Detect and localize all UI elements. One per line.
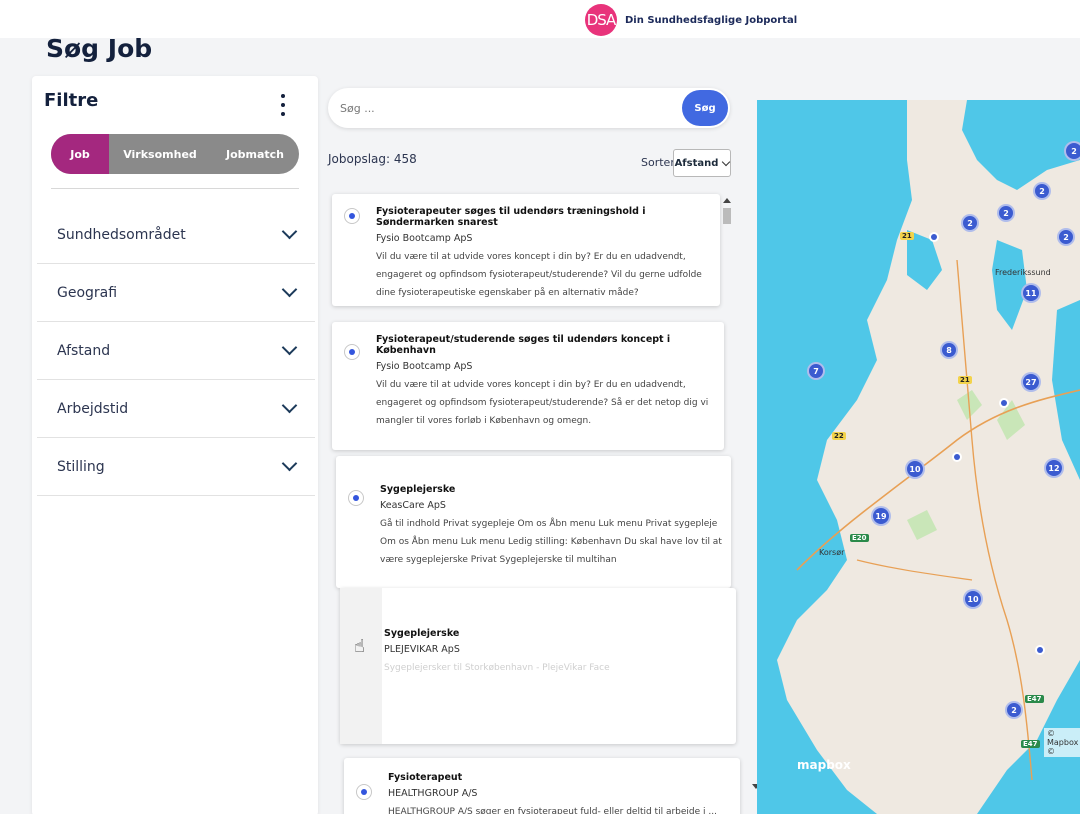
map-cluster[interactable]: 2 [997,204,1015,222]
map-cluster[interactable]: 2 [1005,701,1023,719]
more-options-icon[interactable] [276,94,290,116]
place-label: Korsør [819,548,845,557]
chevron-down-icon [281,397,298,414]
divider [51,188,299,189]
job-description: Gå til indhold Privat sygepleje Om os Åb… [380,519,722,565]
scroll-up-icon[interactable] [723,198,731,203]
select-radio[interactable] [344,208,360,224]
facet-afstand[interactable]: Afstand [37,322,315,380]
map-cluster[interactable]: 27 [1021,372,1041,392]
map-pin[interactable] [999,398,1009,408]
job-description: Vil du være til at udvide vores koncept … [376,380,709,426]
search-bar: Søg [328,88,730,128]
results-scrollbar[interactable] [722,198,760,798]
select-radio[interactable] [356,784,372,800]
map-cluster[interactable]: 2 [1057,228,1075,246]
road-shield: 22 [832,432,846,440]
road-shield: E47 [1025,695,1044,703]
job-map[interactable]: 2 2 2 2 2 11 8 7 27 10 12 19 10 2 Freder… [757,100,1080,814]
select-radio[interactable] [344,344,360,360]
job-card[interactable]: Fysioterapeut HEALTHGROUP A/S HEALTHGROU… [344,758,740,814]
road-shield: E20 [850,534,869,542]
select-radio[interactable] [348,490,364,506]
job-title: Fysioterapeuter søges til udendørs træni… [376,206,646,228]
card-hover-area [340,588,382,744]
road-shield: 21 [958,376,972,384]
facet-label: Geografi [57,284,118,301]
map-cluster[interactable]: 11 [1021,283,1041,303]
facet-geografi[interactable]: Geografi [37,264,315,322]
road-shield: E47 [1021,740,1040,748]
job-company: Fysio Bootcamp ApS [376,361,473,372]
job-company: KeasCare ApS [380,500,446,511]
job-company: PLEJEVIKAR ApS [384,644,460,655]
scroll-thumb[interactable] [723,208,731,224]
search-input[interactable] [340,98,660,118]
job-description: HEALTHGROUP A/S søger en fysioterapeut f… [388,807,717,814]
job-card[interactable]: ☝ Sygeplejerske PLEJEVIKAR ApS Sygepleje… [340,588,736,744]
facet-label: Stilling [57,458,105,475]
map-land [777,100,1080,814]
map-cluster[interactable]: 8 [940,341,958,359]
brand[interactable]: DSA Din Sundhedsfaglige Jobportal [585,4,797,36]
sort-dropdown[interactable]: Afstand [673,149,731,177]
map-cluster[interactable]: 2 [961,214,979,232]
filter-panel: Filtre Job Virksomhed Jobmatch Sundhedso… [32,76,318,814]
tab-virksomhed[interactable]: Virksomhed [109,134,211,174]
map-cluster[interactable]: 10 [963,589,983,609]
map-cluster[interactable]: 7 [807,362,825,380]
chevron-down-icon [722,157,731,166]
sort-value: Afstand [674,157,719,169]
job-card[interactable]: Sygeplejerske KeasCare ApS Gå til indhol… [336,456,731,588]
job-company: HEALTHGROUP A/S [388,788,478,799]
facet-arbejdstid[interactable]: Arbejdstid [37,380,315,438]
chevron-down-icon [281,339,298,356]
facet-label: Afstand [57,342,111,359]
job-card[interactable]: Fysioterapeuter søges til udendørs træni… [332,194,720,306]
brand-tagline: Din Sundhedsfaglige Jobportal [625,14,798,26]
job-description: Vil du være til at udvide vores koncept … [376,252,702,298]
job-description: Sygeplejersker til Storkøbenhavn - Pleje… [384,663,610,673]
job-title: Sygeplejerske [384,628,460,639]
chevron-down-icon [281,223,298,240]
map-cluster[interactable]: 19 [871,506,891,526]
map-pin[interactable] [929,232,939,242]
map-pin[interactable] [1035,645,1045,655]
facet-label: Arbejdstid [57,400,129,417]
mapbox-logo[interactable]: mapbox [797,758,851,772]
map-cluster[interactable]: 2 [1033,182,1051,200]
job-title: Fysioterapeut/studerende søges til udend… [376,334,671,356]
page-title: Søg Job [46,34,153,63]
facet-label: Sundhedsområdet [57,226,186,243]
dsa-logo: DSA [585,4,617,36]
job-title: Sygeplejerske [380,484,456,495]
map-attribution[interactable]: © Mapbox © [1044,728,1080,757]
tab-job[interactable]: Job [51,134,109,174]
chevron-down-icon [281,455,298,472]
top-bar: DSA Din Sundhedsfaglige Jobportal [0,0,1080,38]
job-list: Fysioterapeuter søges til udendørs træni… [325,188,745,814]
chevron-down-icon [281,281,298,298]
tab-jobmatch[interactable]: Jobmatch [211,134,299,174]
facet-sundhedsomraadet[interactable]: Sundhedsområdet [37,206,315,264]
job-company: Fysio Bootcamp ApS [376,233,473,244]
map-pin[interactable] [952,452,962,462]
map-cluster[interactable]: 2 [1064,141,1080,161]
place-label: Frederikssund [995,268,1051,277]
result-count: Jobopslag: 458 [328,152,417,166]
job-title: Fysioterapeut [388,772,463,783]
map-cluster[interactable]: 10 [905,459,925,479]
filter-tab-switch: Job Virksomhed Jobmatch [51,134,299,174]
facet-stilling[interactable]: Stilling [37,438,315,496]
filter-title: Filtre [44,90,99,111]
map-cluster[interactable]: 12 [1044,458,1064,478]
facet-list: Sundhedsområdet Geografi Afstand Arbejds… [37,206,315,496]
job-card[interactable]: Fysioterapeut/studerende søges til udend… [332,322,724,450]
road-shield: 21 [900,232,914,240]
search-button[interactable]: Søg [682,90,728,126]
pointer-hand-icon: ☝ [354,636,365,657]
